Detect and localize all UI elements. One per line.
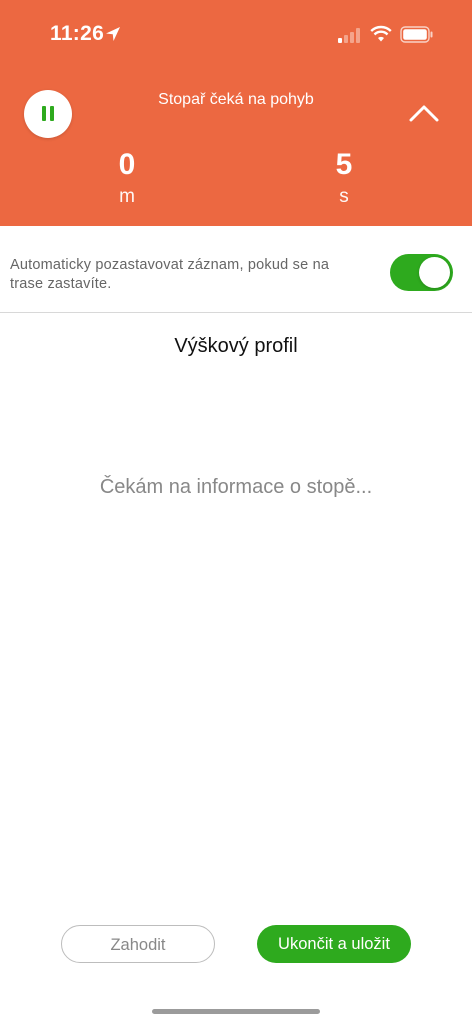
toggle-knob (419, 257, 450, 288)
cellular-signal-icon (338, 28, 360, 43)
tracking-header: 11:26 Stopař čeká na pohyb 0 m 5 s (0, 0, 472, 226)
battery-icon (400, 26, 433, 43)
auto-pause-label: Automaticky pozastavovat záznam, pokud s… (10, 257, 330, 292)
distance-unit: m (119, 186, 135, 207)
duration-value: 5 (335, 148, 353, 181)
home-indicator (152, 1009, 320, 1014)
wifi-icon (370, 25, 392, 42)
duration-unit: s (339, 186, 349, 207)
auto-pause-row: Automaticky pozastavovat záznam, pokud s… (0, 226, 472, 313)
chevron-up-icon[interactable] (408, 103, 440, 123)
location-arrow-icon (106, 27, 120, 41)
elevation-profile-title: Výškový profil (174, 335, 298, 357)
finish-and-save-button[interactable]: Ukončit a uložit (257, 925, 411, 963)
status-bar: 11:26 (0, 0, 472, 70)
status-time: 11:26 (50, 22, 105, 45)
elevation-waiting-message: Čekám na informace o stopě... (99, 476, 373, 498)
auto-pause-toggle[interactable] (390, 254, 453, 291)
discard-button[interactable]: Zahodit (61, 925, 215, 963)
distance-value: 0 (118, 148, 136, 181)
tracking-status-title: Stopař čeká na pohyb (158, 91, 314, 108)
